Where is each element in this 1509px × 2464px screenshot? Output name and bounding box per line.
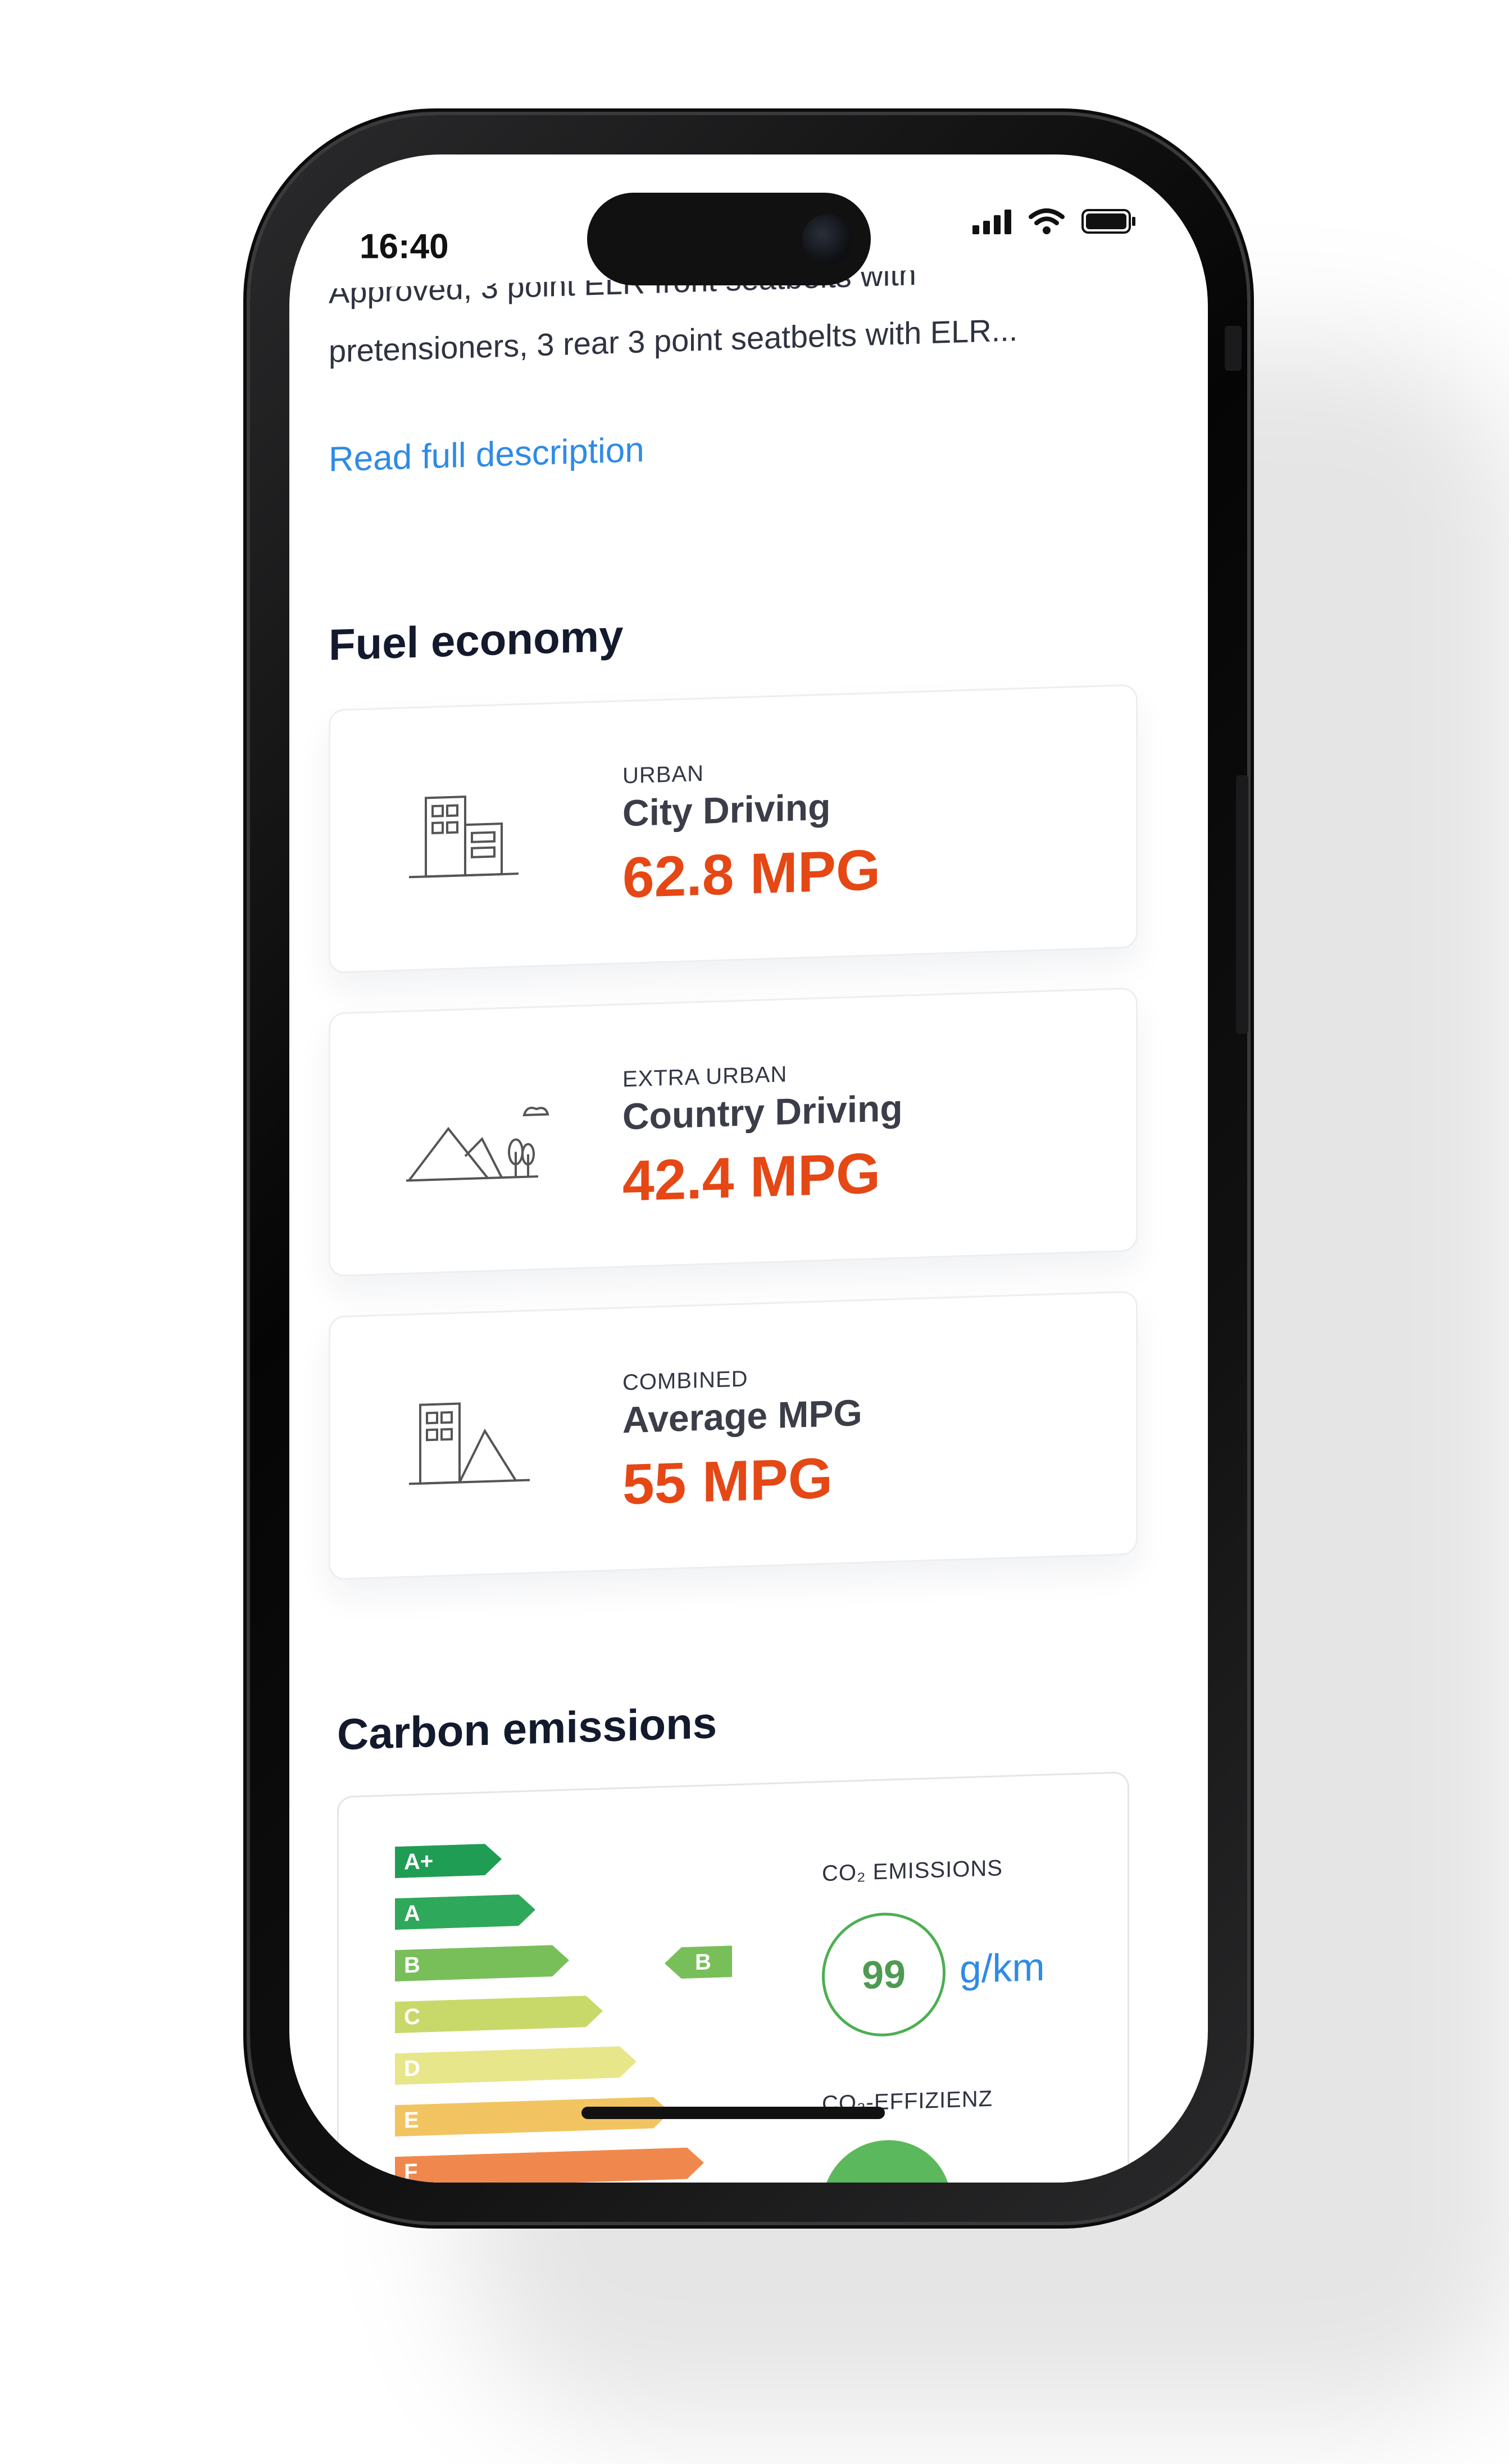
fuel-card-combined: COMBINED Average MPG 55 MPG [329, 1290, 1138, 1580]
fuel-card-eyebrow: URBAN [622, 761, 704, 789]
fuel-economy-title: Fuel economy [329, 611, 624, 670]
fuel-card-eyebrow: EXTRA URBAN [622, 1062, 788, 1092]
camera-icon [802, 214, 853, 265]
wifi-icon [1029, 208, 1065, 234]
energy-band-label: B [404, 1952, 420, 1978]
status-icons [972, 208, 1138, 235]
fuel-card-extra-urban: EXTRA URBAN Country Driving 42.4 MPG [329, 987, 1138, 1277]
energy-band-label: E [404, 2107, 419, 2133]
battery-icon [1081, 209, 1135, 234]
fuel-card-label: City Driving [622, 785, 831, 834]
energy-band-c: C [395, 1995, 603, 2034]
co2-unit: g/km [960, 1944, 1045, 1992]
co2-emissions-label: CO₂ EMISSIONS [822, 1856, 1003, 1886]
energy-band-f: F [395, 2147, 704, 2183]
energy-band-label: A+ [404, 1848, 434, 1875]
energy-band-a-plus: A+ [395, 1843, 502, 1879]
fuel-card-value: 42.4 MPG [622, 1140, 881, 1213]
home-indicator[interactable] [581, 2107, 885, 2119]
rating-marker-label: B [695, 1949, 711, 1975]
mountains-trees-icon [403, 1093, 549, 1192]
dynamic-island [587, 193, 871, 285]
side-button-top [1225, 326, 1242, 371]
fuel-card-value: 62.8 MPG [622, 837, 881, 910]
fuel-card-value: 55 MPG [622, 1445, 833, 1517]
carbon-emissions-title: Carbon emissions [337, 1698, 717, 1760]
fuel-card-label: Country Driving [622, 1086, 903, 1138]
energy-band-label: A [404, 1901, 420, 1926]
energy-label-bands: A+ A B C D E F [339, 1773, 1128, 2183]
energy-band-a: A [395, 1894, 535, 1930]
building-mountain-icon [403, 1396, 530, 1495]
read-full-description-link[interactable]: Read full description [329, 430, 644, 480]
energy-band-label: F [404, 2159, 418, 2183]
co2-card: A+ A B C D E F B CO₂ EMISSIONS 99 g/km CO₂-EFF… [337, 1771, 1129, 2183]
fuel-card-urban: URBAN City Driving 62.8 MPG [329, 684, 1138, 974]
energy-band-label: C [404, 2004, 420, 2030]
co2-value-circle: 99 [822, 1911, 946, 2039]
energy-band-b: B [395, 1944, 569, 1982]
signal-icon [972, 210, 1011, 234]
fuel-card-eyebrow: COMBINED [622, 1366, 748, 1395]
description-line-2: pretensioners, 3 rear 3 point seatbelts … [329, 312, 1018, 369]
side-button-power [1236, 775, 1248, 1034]
energy-band-label: D [404, 2056, 420, 2081]
status-time: 16:40 [360, 227, 449, 266]
phone-screen: 16:40 Approved, 3 point ELR front seatbe… [289, 154, 1208, 2183]
fuel-card-label: Average MPG [622, 1391, 862, 1441]
screen-content: 16:40 Approved, 3 point ELR front seatbe… [289, 154, 1208, 2183]
rating-marker: B [665, 1945, 732, 1979]
energy-band-d: D [395, 2046, 637, 2085]
city-buildings-icon [403, 789, 527, 889]
efficiency-circle: B [822, 2138, 951, 2183]
